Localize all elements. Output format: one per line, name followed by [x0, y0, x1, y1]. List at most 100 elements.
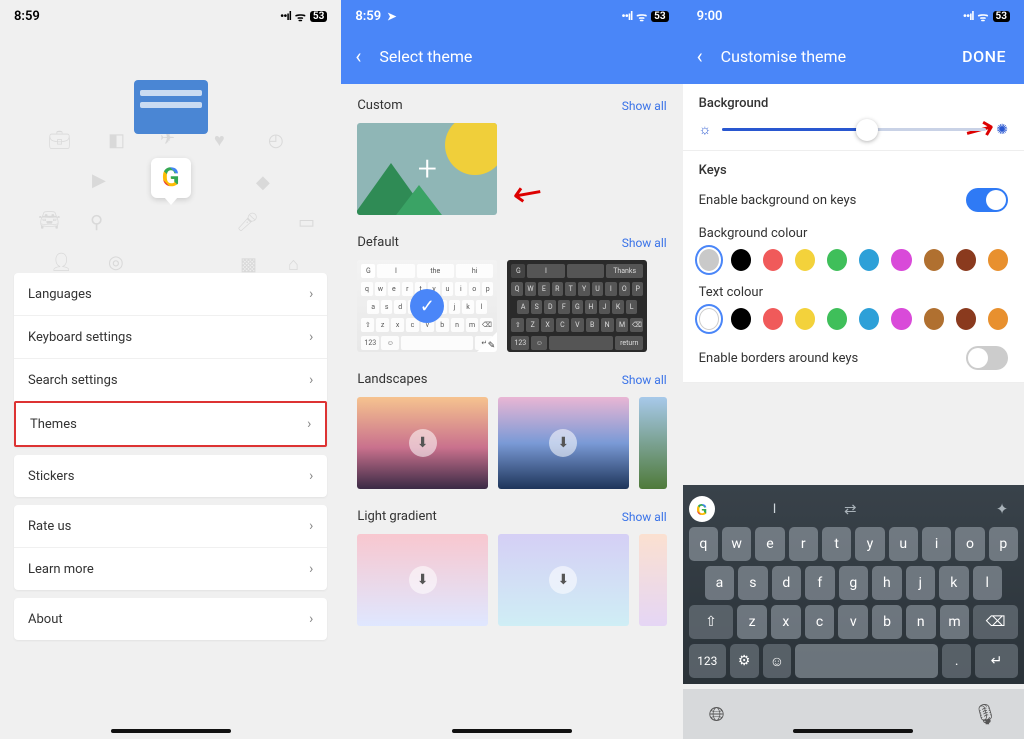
key-return[interactable]: ↵	[975, 644, 1018, 678]
key-i[interactable]: i	[922, 527, 951, 561]
gboard-keyboard-glyph	[134, 80, 208, 134]
theme-default-light[interactable]: GIthehi qwertyuiop asdfghjkl ⇧zxcvbnm⌫ 1…	[357, 260, 497, 352]
key-u[interactable]: u	[889, 527, 918, 561]
home-indicator[interactable]	[452, 729, 572, 733]
back-button[interactable]: ‹	[697, 44, 703, 68]
key-b[interactable]: b	[872, 605, 902, 639]
menu-label: Keyboard settings	[28, 330, 132, 345]
key-g[interactable]: g	[839, 566, 868, 600]
key-q[interactable]: q	[689, 527, 718, 561]
key-shift[interactable]: ⇧	[689, 605, 734, 639]
theme-gradient-3[interactable]	[639, 534, 667, 626]
key-p[interactable]: p	[989, 527, 1018, 561]
colour-swatch[interactable]	[827, 249, 847, 271]
slider-thumb[interactable]	[856, 119, 878, 141]
key-w[interactable]: w	[722, 527, 751, 561]
colour-swatch[interactable]	[795, 308, 815, 330]
menu-item-search-settings[interactable]: Search settings›	[14, 358, 327, 401]
show-all-link[interactable]: Show all	[622, 236, 667, 250]
done-button[interactable]: DONE	[962, 47, 1006, 66]
chevron-right-icon: ›	[309, 372, 313, 388]
colour-swatch[interactable]	[827, 308, 847, 330]
show-all-link[interactable]: Show all	[622, 510, 667, 524]
globe-icon[interactable]: 🌐︎	[709, 702, 725, 726]
key-k[interactable]: k	[939, 566, 968, 600]
home-indicator[interactable]	[793, 729, 913, 733]
menu-item-themes[interactable]: Themes›	[14, 401, 327, 447]
theme-landscape-3[interactable]	[639, 397, 667, 489]
key-c[interactable]: c	[805, 605, 835, 639]
show-all-link[interactable]: Show all	[622, 373, 667, 387]
toggle-enable-bg-keys[interactable]	[966, 188, 1008, 212]
key-period[interactable]: .	[942, 644, 971, 678]
key-h[interactable]: h	[872, 566, 901, 600]
menu-item-rate-us[interactable]: Rate us›	[14, 505, 327, 547]
key-f[interactable]: f	[805, 566, 834, 600]
key-z[interactable]: z	[737, 605, 767, 639]
theme-add-custom[interactable]: +	[357, 123, 497, 215]
brightness-slider[interactable]: ☼ ✺	[699, 121, 1008, 138]
status-bar: 9:00 ••ıl ᯤ 53	[683, 0, 1024, 32]
menu-item-keyboard-settings[interactable]: Keyboard settings›	[14, 315, 327, 358]
colour-swatch[interactable]	[988, 308, 1008, 330]
section-landscapes-header: Landscapes Show all	[341, 358, 682, 397]
menu-item-about[interactable]: About›	[14, 598, 327, 640]
colour-swatch[interactable]	[924, 308, 944, 330]
theme-default-dark[interactable]: GIThanks QWERTYUIOP ASDFGHJKL ⇧ZXCVBNM⌫ …	[507, 260, 647, 352]
theme-landscape-2[interactable]: ⬇	[498, 397, 629, 489]
menu-item-stickers[interactable]: Stickers›	[14, 455, 327, 497]
colour-swatch[interactable]	[859, 308, 879, 330]
toggle-enable-borders[interactable]	[966, 346, 1008, 370]
colour-swatch[interactable]	[891, 249, 911, 271]
colour-swatch[interactable]	[891, 308, 911, 330]
theme-gradient-2[interactable]: ⬇	[498, 534, 629, 626]
menu-item-learn-more[interactable]: Learn more›	[14, 547, 327, 590]
colour-swatch[interactable]	[924, 249, 944, 271]
status-time: 8:59	[14, 9, 40, 24]
key-d[interactable]: d	[772, 566, 801, 600]
search-image-icon[interactable]: ✦	[986, 500, 1018, 518]
colour-swatch[interactable]	[731, 308, 751, 330]
key-x[interactable]: x	[771, 605, 801, 639]
key-v[interactable]: v	[838, 605, 868, 639]
translate-icon[interactable]: ⇄	[834, 500, 866, 518]
key-r[interactable]: r	[789, 527, 818, 561]
colour-swatch[interactable]	[795, 249, 815, 271]
key-l[interactable]: l	[973, 566, 1002, 600]
key-j[interactable]: j	[906, 566, 935, 600]
suggestion-slot[interactable]: I	[719, 497, 831, 521]
show-all-link[interactable]: Show all	[622, 99, 667, 113]
colour-swatch[interactable]	[763, 249, 783, 271]
colour-swatch[interactable]	[859, 249, 879, 271]
colour-swatch[interactable]	[731, 249, 751, 271]
key-e[interactable]: e	[755, 527, 784, 561]
menu-label: Languages	[28, 287, 92, 302]
key-m[interactable]: m	[940, 605, 970, 639]
key-o[interactable]: o	[955, 527, 984, 561]
home-indicator[interactable]	[111, 729, 231, 733]
google-g-chip[interactable]: G	[689, 496, 715, 522]
back-button[interactable]: ‹	[355, 44, 361, 68]
download-icon: ⬇	[549, 429, 577, 457]
colour-swatch[interactable]	[699, 249, 719, 271]
key-t[interactable]: t	[822, 527, 851, 561]
menu-item-languages[interactable]: Languages›	[14, 273, 327, 315]
key-123[interactable]: 123	[689, 644, 726, 678]
key-s[interactable]: s	[738, 566, 767, 600]
colour-swatch[interactable]	[956, 249, 976, 271]
key-emoji[interactable]: ☺	[763, 644, 792, 678]
theme-landscape-1[interactable]: ⬇	[357, 397, 488, 489]
key-n[interactable]: n	[906, 605, 936, 639]
mic-icon[interactable]: 🎙︎	[973, 702, 998, 726]
key-space[interactable]	[795, 644, 938, 678]
colour-swatch[interactable]	[699, 308, 719, 330]
theme-gradient-1[interactable]: ⬇	[357, 534, 488, 626]
colour-swatch[interactable]	[763, 308, 783, 330]
key-a[interactable]: a	[705, 566, 734, 600]
key-y[interactable]: y	[855, 527, 884, 561]
key-settings[interactable]: ⚙	[730, 644, 759, 678]
suggestion-slot[interactable]	[870, 497, 982, 521]
colour-swatch[interactable]	[988, 249, 1008, 271]
key-backspace[interactable]: ⌫	[973, 605, 1018, 639]
colour-swatch[interactable]	[956, 308, 976, 330]
